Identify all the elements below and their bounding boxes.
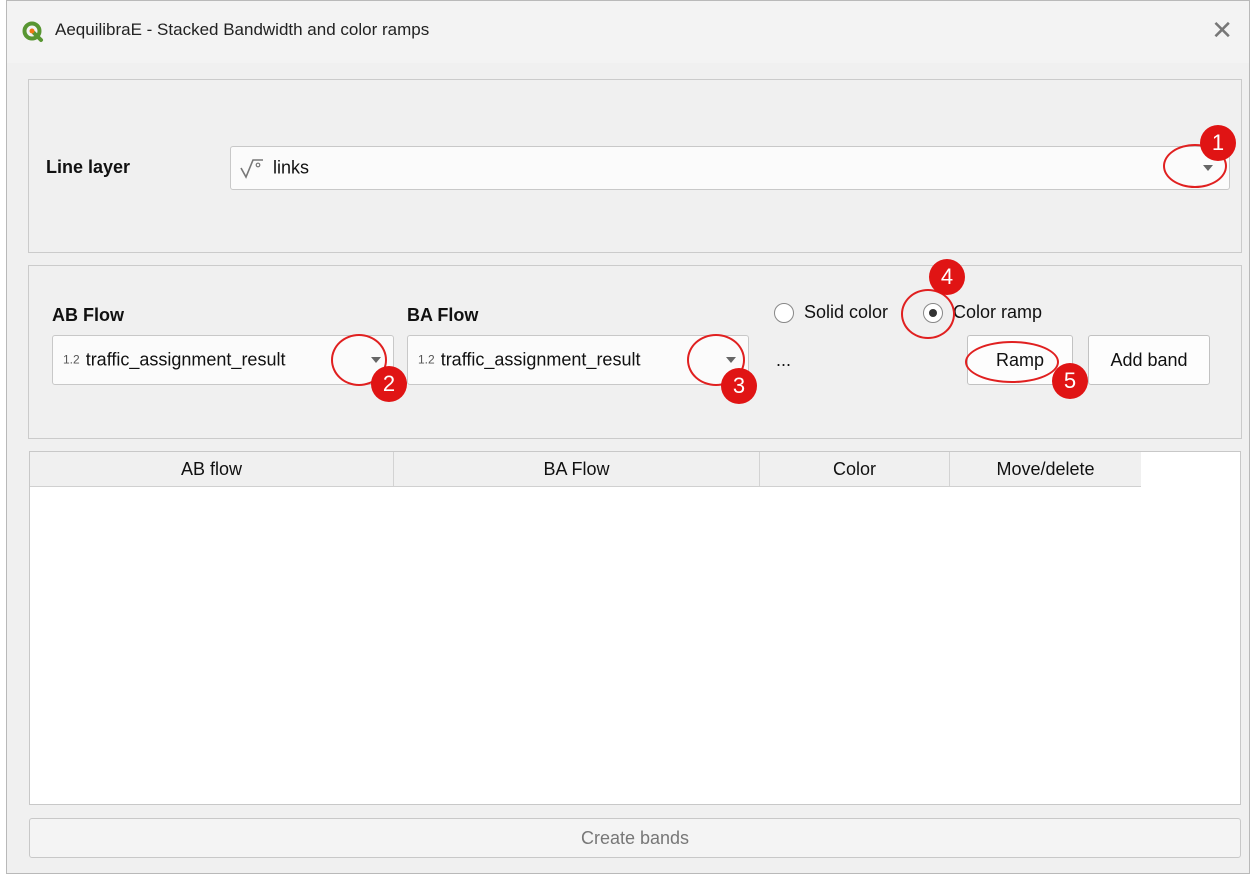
ba-flow-value: 1.2 traffic_assignment_result — [418, 350, 718, 371]
ab-flow-field: traffic_assignment_result — [85, 349, 286, 370]
numeric-type-icon: 1.2 — [63, 352, 80, 367]
column-header-ba-flow[interactable]: BA Flow — [394, 452, 760, 486]
dialog-window: AequilibraE - Stacked Bandwidth and colo… — [6, 0, 1250, 874]
ba-flow-label: BA Flow — [407, 305, 479, 325]
solid-color-radio[interactable] — [774, 303, 794, 323]
annotation-marker-3: 3 — [721, 368, 757, 404]
ba-flow-field: traffic_assignment_result — [440, 349, 641, 370]
qgis-icon — [22, 21, 43, 42]
close-icon[interactable]: ✕ — [1211, 15, 1233, 45]
numeric-type-icon: 1.2 — [418, 352, 435, 367]
annotation-ring-5 — [965, 341, 1059, 383]
ab-flow-label: AB Flow — [52, 305, 124, 325]
annotation-ring-4 — [901, 289, 955, 339]
window-title: AequilibraE - Stacked Bandwidth and colo… — [55, 20, 430, 39]
flow-settings-group: AB Flow BA Flow 1.2 traffic_assignment_re… — [28, 265, 1242, 439]
create-bands-button[interactable]: Create bands — [29, 818, 1241, 858]
bands-table[interactable]: AB flow BA Flow Color Move/delete — [29, 451, 1241, 805]
line-layer-group: Line layer links — [28, 79, 1242, 253]
more-ellipsis[interactable]: ... — [776, 350, 791, 371]
ab-flow-value: 1.2 traffic_assignment_result — [63, 350, 363, 371]
add-band-button[interactable]: Add band — [1088, 335, 1210, 385]
line-layer-label: Line layer — [46, 157, 131, 177]
line-layer-value: links — [273, 157, 310, 178]
column-header-color[interactable]: Color — [760, 452, 950, 486]
column-header-move-delete[interactable]: Move/delete — [950, 452, 1141, 486]
column-header-ab-flow[interactable]: AB flow — [30, 452, 394, 486]
title-bar: AequilibraE - Stacked Bandwidth and colo… — [7, 1, 1249, 63]
line-layer-combo[interactable]: links — [230, 146, 1230, 190]
annotation-marker-5: 5 — [1052, 363, 1088, 399]
annotation-marker-1: 1 — [1200, 125, 1236, 161]
line-layer-icon — [240, 159, 263, 179]
solid-color-label: Solid color — [804, 302, 889, 322]
annotation-marker-4: 4 — [929, 259, 965, 295]
color-ramp-label: Color ramp — [953, 302, 1043, 322]
table-header: AB flow BA Flow Color Move/delete — [30, 452, 1141, 487]
annotation-marker-2: 2 — [371, 366, 407, 402]
